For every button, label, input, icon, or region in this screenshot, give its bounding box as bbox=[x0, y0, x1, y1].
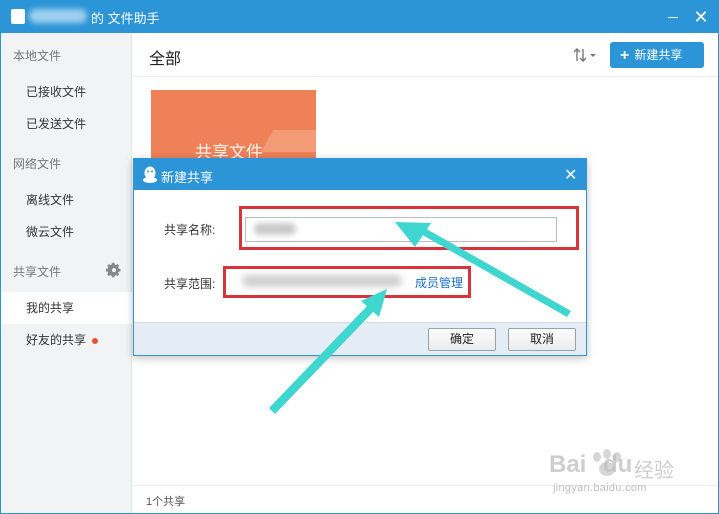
dialog-title: 新建共享 bbox=[161, 170, 214, 185]
title-bar[interactable]: 的 文件助手 ✕ bbox=[1, 1, 718, 33]
notification-dot bbox=[92, 337, 99, 344]
baidu-watermark: Bai du 经验 jingyan.baidu.com bbox=[531, 441, 711, 501]
new-share-button[interactable]: + 新建共享 bbox=[610, 42, 704, 68]
close-icon: ✕ bbox=[564, 167, 578, 184]
qq-penguin-icon bbox=[143, 166, 157, 183]
ok-button[interactable]: 确定 bbox=[428, 328, 496, 351]
app-logo-icon bbox=[11, 9, 25, 24]
sidebar-item-cloud[interactable]: 微云文件 bbox=[1, 216, 132, 248]
sidebar-item-friend-share[interactable]: 好友的共享 bbox=[1, 324, 132, 356]
new-share-label: 新建共享 bbox=[634, 48, 683, 62]
share-name-label: 共享名称: bbox=[164, 223, 216, 237]
share-count: 1个共享 bbox=[146, 496, 186, 508]
sidebar-group-network: 网络文件 bbox=[13, 157, 62, 171]
sidebar-group-share: 共享文件 bbox=[13, 265, 62, 279]
watermark-brand-2: du bbox=[603, 451, 633, 478]
dialog-footer: 确定 取消 bbox=[134, 322, 586, 355]
cancel-button[interactable]: 取消 bbox=[508, 328, 576, 351]
share-scope-label: 共享范围: bbox=[164, 277, 216, 291]
gear-icon[interactable] bbox=[105, 262, 123, 280]
file-assistant-window: 的 文件助手 ✕ 本地文件 已接收文件 已发送文件 网络文件 离线文件 微云文件… bbox=[0, 0, 719, 514]
sidebar-item-offline[interactable]: 离线文件 bbox=[1, 184, 132, 216]
sidebar-item-received[interactable]: 已接收文件 bbox=[1, 76, 132, 108]
sidebar-item-label: 好友的共享 bbox=[26, 333, 87, 347]
sidebar-item-sent[interactable]: 已发送文件 bbox=[1, 108, 132, 140]
main-header: 全部 + 新建共享 bbox=[132, 33, 718, 77]
minimize-button[interactable] bbox=[663, 7, 683, 27]
watermark-url: jingyan.baidu.com bbox=[553, 482, 647, 494]
sidebar-group-local: 本地文件 bbox=[13, 49, 62, 63]
sidebar: 本地文件 已接收文件 已发送文件 网络文件 离线文件 微云文件 共享文件 我的共… bbox=[1, 33, 132, 513]
watermark-brand: Bai bbox=[549, 451, 587, 478]
share-card-label: 共享文件 bbox=[195, 143, 263, 160]
share-folder-card[interactable]: 共享文件 bbox=[151, 90, 316, 160]
annotation-box-scope bbox=[223, 266, 471, 298]
close-icon: ✕ bbox=[693, 7, 709, 27]
page-title: 全部 bbox=[149, 51, 182, 68]
plus-icon: + bbox=[620, 47, 630, 64]
blurred-username bbox=[29, 9, 87, 23]
window-title: 的 文件助手 bbox=[91, 11, 160, 26]
dialog-title-bar[interactable]: 新建共享 ✕ bbox=[134, 159, 586, 190]
close-button[interactable]: ✕ bbox=[691, 7, 711, 27]
dialog-close-button[interactable]: ✕ bbox=[564, 165, 577, 185]
card-decoration bbox=[260, 130, 316, 152]
sort-icon[interactable] bbox=[572, 45, 598, 65]
sidebar-item-my-share[interactable]: 我的共享 bbox=[1, 292, 132, 324]
watermark-cn: 经验 bbox=[634, 460, 674, 482]
new-share-dialog: 新建共享 ✕ 共享名称: 共享范围: 成员管理 确定 取消 bbox=[133, 158, 587, 356]
annotation-box-name bbox=[239, 206, 579, 250]
minimize-icon bbox=[668, 17, 678, 18]
